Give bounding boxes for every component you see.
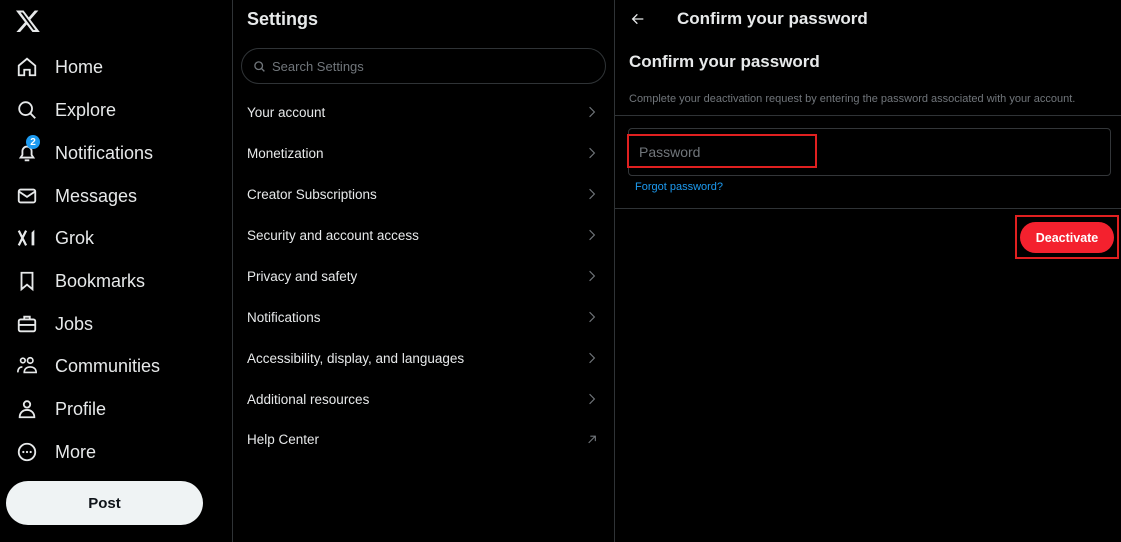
envelope-icon — [15, 184, 39, 208]
nav-label: Jobs — [55, 313, 94, 334]
nav-more[interactable]: More — [15, 436, 96, 468]
primary-sidebar: Home Explore 2 Notifications Messages Gr… — [0, 0, 232, 542]
x-logo-icon[interactable] — [15, 8, 41, 34]
settings-item-creator-subscriptions[interactable]: Creator Subscriptions — [233, 174, 614, 214]
nav-label: Grok — [55, 227, 95, 248]
chevron-right-icon — [587, 105, 597, 119]
nav-label: Notifications — [55, 142, 154, 163]
bookmark-icon — [15, 269, 39, 293]
settings-item-label: Security and account access — [247, 227, 419, 243]
settings-item-notifications[interactable]: Notifications — [233, 297, 614, 337]
nav-label: Home — [55, 56, 104, 77]
nav-grok[interactable]: Grok — [15, 222, 94, 254]
nav-label: Communities — [55, 355, 161, 376]
person-icon — [15, 397, 39, 421]
chevron-right-icon — [587, 228, 597, 242]
settings-item-label: Monetization — [247, 145, 324, 161]
settings-item-label: Accessibility, display, and languages — [247, 350, 465, 366]
people-icon — [15, 354, 39, 378]
settings-item-label: Notifications — [247, 309, 321, 325]
settings-item-privacy[interactable]: Privacy and safety — [233, 256, 614, 296]
more-circle-icon — [15, 440, 39, 464]
settings-item-label: Help Center — [247, 431, 320, 447]
nav-label: Messages — [55, 185, 138, 206]
nav-label: More — [55, 441, 97, 462]
chevron-right-icon — [587, 187, 597, 201]
nav-label: Bookmarks — [55, 270, 146, 291]
chevron-right-icon — [587, 351, 597, 365]
settings-item-monetization[interactable]: Monetization — [233, 133, 614, 173]
settings-item-security[interactable]: Security and account access — [233, 215, 614, 255]
settings-item-help-center[interactable]: Help Center — [233, 419, 614, 459]
nav-home[interactable]: Home — [15, 51, 103, 83]
settings-item-additional-resources[interactable]: Additional resources — [233, 379, 614, 419]
external-arrow-icon — [587, 432, 597, 446]
chevron-right-icon — [587, 310, 597, 324]
nav-label: Profile — [55, 398, 107, 419]
briefcase-icon — [15, 312, 39, 336]
header-title: Confirm your password — [677, 9, 868, 28]
password-input[interactable] — [637, 137, 811, 167]
nav-communities[interactable]: Communities — [15, 350, 160, 382]
nav-explore[interactable]: Explore — [15, 94, 116, 126]
nav-messages[interactable]: Messages — [15, 180, 137, 212]
settings-title: Settings — [247, 9, 319, 29]
search-placeholder: Search Settings — [272, 58, 364, 74]
nav-label: Explore — [55, 99, 117, 120]
password-field-container — [628, 128, 1111, 176]
settings-item-accessibility[interactable]: Accessibility, display, and languages — [233, 338, 614, 378]
settings-search-input[interactable]: Search Settings — [241, 48, 606, 84]
settings-item-label: Additional resources — [247, 391, 370, 407]
section-description: Complete your deactivation request by en… — [629, 93, 1076, 105]
forgot-password-link[interactable]: Forgot password? — [635, 181, 723, 193]
chevron-right-icon — [587, 146, 597, 160]
confirm-password-panel: Confirm your password Confirm your passw… — [615, 0, 1121, 542]
settings-item-label: Your account — [247, 104, 326, 120]
divider — [615, 208, 1121, 209]
section-title: Confirm your password — [629, 52, 820, 71]
home-icon — [15, 55, 39, 79]
nav-jobs[interactable]: Jobs — [15, 308, 93, 340]
divider — [615, 115, 1121, 116]
post-button[interactable]: Post — [6, 481, 203, 525]
settings-item-your-account[interactable]: Your account — [233, 92, 614, 132]
nav-profile[interactable]: Profile — [15, 393, 106, 425]
back-arrow-icon[interactable] — [630, 11, 648, 29]
grok-icon — [15, 226, 39, 250]
settings-item-label: Creator Subscriptions — [247, 186, 377, 202]
bell-icon: 2 — [15, 135, 40, 165]
search-icon — [254, 60, 265, 72]
settings-panel: Settings Search Settings Your account Mo… — [233, 0, 614, 542]
settings-item-label: Privacy and safety — [247, 268, 358, 284]
nav-bookmarks[interactable]: Bookmarks — [15, 265, 145, 297]
notification-badge: 2 — [26, 135, 40, 149]
chevron-right-icon — [587, 392, 597, 406]
deactivate-button[interactable]: Deactivate — [1020, 222, 1114, 253]
nav-notifications[interactable]: 2 Notifications — [15, 135, 154, 169]
search-icon — [15, 98, 39, 122]
chevron-right-icon — [587, 269, 597, 283]
